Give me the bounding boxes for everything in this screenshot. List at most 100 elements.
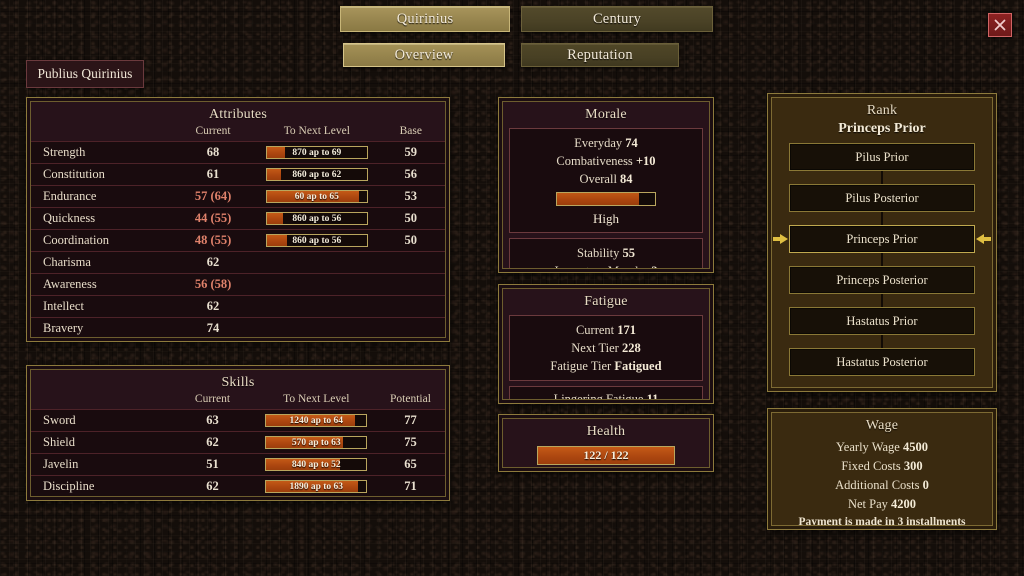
rank-item[interactable]: Pilus Posterior [789, 184, 975, 212]
wage-note: Payment is made in 3 installments [772, 514, 992, 526]
morale-everyday-label: Everyday [574, 136, 622, 150]
tab-century[interactable]: Century [521, 6, 713, 32]
row-base-value: 50 [377, 230, 445, 252]
xp-progress-bar: 860 ap to 56 [266, 212, 368, 225]
table-row: Strength68870 ap to 6959 [31, 142, 445, 164]
table-row: Quickness44 (55)860 ap to 5650 [31, 208, 445, 230]
row-progress-cell: 860 ap to 56 [257, 230, 376, 252]
attributes-header-row: Current To Next Level Base [31, 125, 445, 142]
wage-line: Fixed Costs 300 [772, 457, 992, 476]
row-name: Shield [31, 432, 168, 454]
attributes-header-next: To Next Level [257, 125, 376, 142]
table-row: Endurance57 (64)60 ap to 6553 [31, 186, 445, 208]
fatigue-current-label: Current [576, 323, 614, 337]
row-progress-cell: 1890 ap to 63 [257, 476, 376, 498]
row-current-value: 62 [169, 296, 257, 318]
fatigue-panel: Fatigue Current 171 Next Tier 228 Fatigu… [498, 284, 714, 404]
wage-line: Net Pay 4200 [772, 495, 992, 514]
row-current-value: 48 (55) [169, 230, 257, 252]
rank-item[interactable]: Hastatus Posterior [789, 348, 975, 376]
attributes-table: Current To Next Level Base Strength68 870… [31, 125, 445, 338]
rank-item-label: Princeps Prior [846, 232, 917, 247]
table-row: Charisma62 [31, 252, 445, 274]
skills-header-potential: Potential [376, 393, 445, 410]
row-potential-value: 77 [376, 410, 445, 432]
xp-progress-label: 60 ap to 65 [267, 191, 367, 202]
rank-item[interactable]: Princeps Prior [789, 225, 975, 253]
row-potential-value: 65 [376, 454, 445, 476]
row-current-value: 63 [168, 410, 256, 432]
rank-panel: Rank Princeps Prior Pilus PriorPilus Pos… [767, 93, 997, 392]
xp-progress-bar: 840 ap to 52 [265, 458, 367, 471]
morale-combativeness-label: Combativeness [556, 154, 632, 168]
rank-item-label: Princeps Posterior [836, 273, 927, 288]
fatigue-lingering-label: Lingering Fatigue [554, 392, 644, 400]
skills-panel: Skills Current To Next Level Potential S… [26, 365, 450, 501]
row-potential-value: 71 [376, 476, 445, 498]
row-current-value: 57 (64) [169, 186, 257, 208]
morale-panel: Morale Everyday 74 Combativeness +10 Ove… [498, 97, 714, 273]
xp-progress-bar: 860 ap to 62 [266, 168, 368, 181]
skills-header-current: Current [168, 393, 256, 410]
row-name: Bravery [31, 318, 169, 339]
morale-everyday-row: Everyday 74 [510, 134, 702, 152]
row-base-value: 50 [377, 208, 445, 230]
row-name: Javelin [31, 454, 168, 476]
xp-progress-label: 870 ap to 69 [267, 147, 367, 158]
row-current-value: 68 [169, 142, 257, 164]
row-name: Endurance [31, 186, 169, 208]
row-name: Awareness [31, 274, 169, 296]
wage-line-label: Yearly Wage [836, 440, 903, 454]
morale-overall-row: Overall 84 [510, 170, 702, 188]
row-progress-cell: 570 ap to 63 [257, 432, 376, 454]
row-progress-cell: 1240 ap to 64 [257, 410, 376, 432]
xp-progress-bar: 570 ap to 63 [265, 436, 367, 449]
row-name: Discipline [31, 476, 168, 498]
wage-line: Additional Costs 0 [772, 476, 992, 495]
rank-spine [881, 149, 883, 370]
morale-stability-value: 55 [623, 246, 636, 260]
xp-progress-bar: 60 ap to 65 [266, 190, 368, 203]
fatigue-tier-value: Fatigued [614, 359, 661, 373]
xp-progress-label: 840 ap to 52 [266, 459, 366, 470]
attributes-header-base: Base [377, 125, 445, 142]
rank-item-label: Hastatus Posterior [836, 355, 927, 370]
tab-quirinius[interactable]: Quirinius [340, 6, 510, 32]
row-progress-cell: 860 ap to 56 [257, 208, 376, 230]
rank-item-label: Pilus Prior [855, 150, 908, 165]
rank-item[interactable]: Princeps Posterior [789, 266, 975, 294]
row-name: Strength [31, 142, 169, 164]
xp-progress-label: 860 ap to 56 [267, 235, 367, 246]
wage-lines: Yearly Wage 4500Fixed Costs 300Additiona… [772, 434, 992, 514]
health-panel: Health 122 / 122 [498, 414, 714, 472]
row-current-value: 62 [169, 252, 257, 274]
fatigue-next-tier-row: Next Tier 228 [510, 339, 702, 357]
wage-line-value: 4200 [891, 497, 916, 511]
attributes-panel: Attributes Current To Next Level Base St… [26, 97, 450, 342]
table-row: Intellect62 [31, 296, 445, 318]
rank-list: Pilus Prior Pilus Posterior Princeps Prior… [772, 143, 992, 376]
rank-current-value: Princeps Prior [772, 119, 992, 143]
skills-title: Skills [31, 370, 445, 391]
skills-header-row: Current To Next Level Potential [31, 393, 445, 410]
rank-item-label: Pilus Posterior [845, 191, 918, 206]
tab-overview[interactable]: Overview [343, 43, 505, 67]
row-progress-cell [257, 274, 376, 296]
wage-line: Yearly Wage 4500 [772, 438, 992, 457]
xp-progress-bar: 860 ap to 56 [266, 234, 368, 247]
row-name: Sword [31, 410, 168, 432]
fatigue-current-row: Current 171 [510, 321, 702, 339]
wage-panel: Wage Yearly Wage 4500Fixed Costs 300Addi… [767, 408, 997, 530]
morale-bar-fill [557, 193, 639, 205]
morale-stability-label: Stability [577, 246, 619, 260]
close-button[interactable] [988, 13, 1012, 37]
table-row: Sword631240 ap to 6477 [31, 410, 445, 432]
table-row: Coordination48 (55) 860 ap to 56 50 [31, 230, 445, 252]
row-name: Coordination [31, 230, 169, 252]
rank-item[interactable]: Pilus Prior [789, 143, 975, 171]
table-row: Discipline621890 ap to 6371 [31, 476, 445, 498]
morale-combativeness-value: +10 [636, 154, 656, 168]
rank-item[interactable]: Hastatus Prior [789, 307, 975, 335]
xp-progress-bar: 1890 ap to 63 [265, 480, 367, 493]
tab-reputation[interactable]: Reputation [521, 43, 679, 67]
